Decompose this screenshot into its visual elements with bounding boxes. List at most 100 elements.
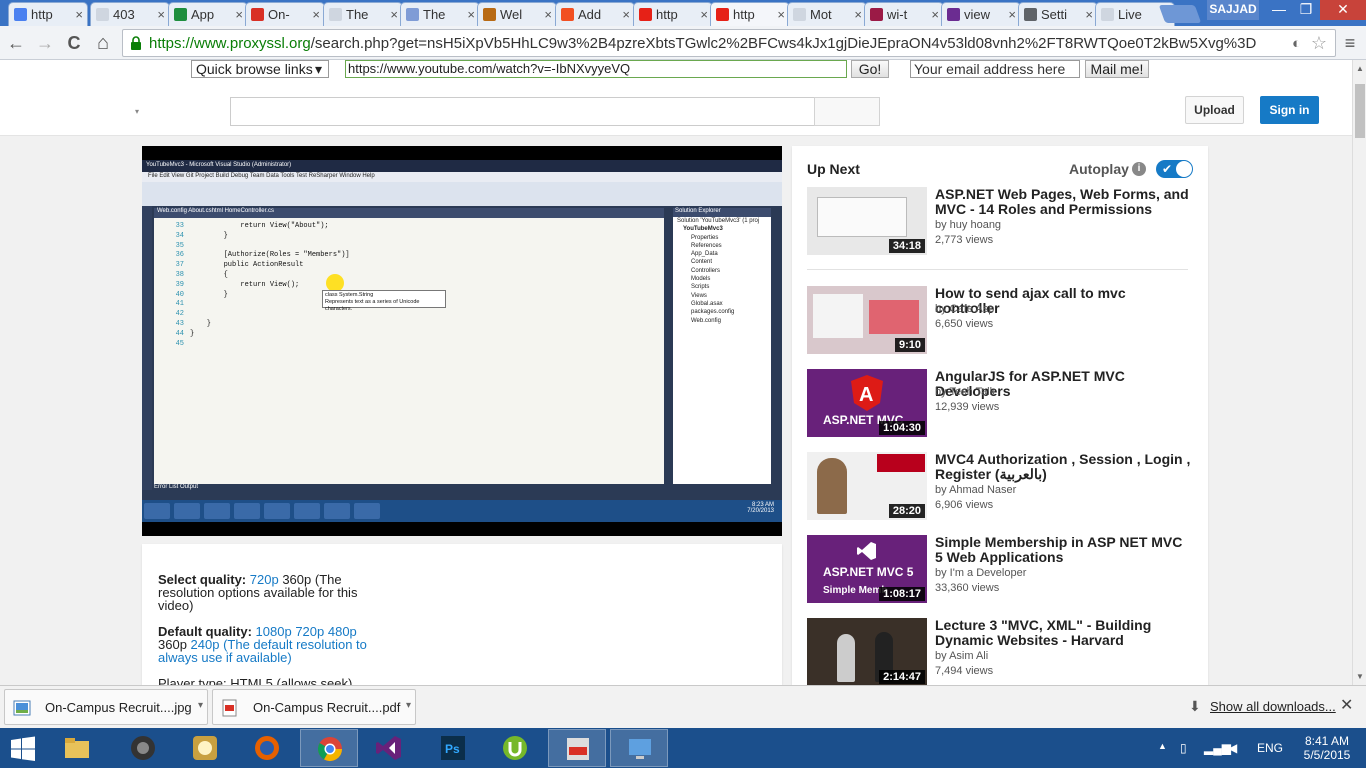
go-button[interactable]: Go!: [851, 60, 889, 78]
autoplay-toggle[interactable]: ✔: [1156, 160, 1193, 178]
tab-close-icon[interactable]: ×: [157, 7, 165, 22]
back-icon[interactable]: ←: [4, 30, 28, 56]
video-channel[interactable]: by I'm a Developer: [935, 567, 1026, 579]
taskbar-firefox[interactable]: [238, 729, 296, 767]
start-button[interactable]: [0, 729, 48, 767]
chevron-down-icon[interactable]: ▾: [406, 700, 411, 711]
email-input[interactable]: Your email address here: [910, 60, 1080, 78]
browser-tab[interactable]: Setti ×: [1018, 2, 1098, 26]
tab-close-icon[interactable]: ×: [235, 7, 243, 22]
video-thumbnail[interactable]: A ASP.NET MVC 1:04:30: [807, 369, 927, 437]
tab-close-icon[interactable]: ×: [1085, 7, 1093, 22]
maximize-button[interactable]: ❐: [1292, 0, 1320, 20]
page-scrollbar[interactable]: ▲ ▼: [1352, 60, 1366, 685]
volume-icon[interactable]: ◀: [1228, 741, 1237, 755]
up-next-item[interactable]: 2:14:47 Lecture 3 "MVC, XML" - Building D…: [807, 618, 1197, 685]
reload-icon[interactable]: C: [62, 30, 86, 56]
home-icon[interactable]: ⌂: [91, 30, 115, 56]
browser-tab[interactable]: view ×: [941, 2, 1021, 26]
browser-tab[interactable]: Mot ×: [787, 2, 867, 26]
quick-browse-select[interactable]: Quick browse links ▾: [191, 60, 329, 78]
tab-close-icon[interactable]: ×: [390, 7, 398, 22]
guide-caret-icon[interactable]: ▾: [135, 107, 139, 116]
device-icon[interactable]: ▯: [1180, 741, 1187, 755]
video-thumbnail[interactable]: 2:14:47: [807, 618, 927, 685]
tab-close-icon[interactable]: ×: [75, 7, 83, 22]
download-item-jpg[interactable]: On-Campus Recruit....jpg ▾: [4, 689, 208, 725]
taskbar-chrome[interactable]: [300, 729, 358, 767]
youtube-search-input[interactable]: [230, 97, 815, 126]
new-tab-button[interactable]: [1158, 5, 1202, 23]
address-bar[interactable]: https://www.proxyssl.org/search.php?get=…: [122, 29, 1336, 57]
tab-close-icon[interactable]: ×: [1008, 7, 1016, 22]
taskbar-remote[interactable]: [610, 729, 668, 767]
video-channel[interactable]: by Asim Ali: [935, 650, 988, 662]
taskbar-utorrent[interactable]: [486, 729, 544, 767]
show-all-downloads-link[interactable]: Show all downloads...: [1210, 699, 1336, 714]
tab-close-icon[interactable]: ×: [622, 7, 630, 22]
browser-tab[interactable]: App ×: [168, 2, 248, 26]
system-clock[interactable]: 8:41 AM 5/5/2015: [1298, 734, 1356, 762]
tab-close-icon[interactable]: ×: [931, 7, 939, 22]
video-title[interactable]: ASP.NET Web Pages, Web Forms, and MVC - …: [935, 187, 1193, 217]
language-indicator[interactable]: ENG: [1257, 741, 1283, 755]
browser-tab[interactable]: 403 ×: [90, 2, 170, 26]
forward-icon[interactable]: →: [33, 30, 57, 56]
info-icon[interactable]: i: [1132, 162, 1146, 176]
video-channel[interactable]: by Cafe Asp: [935, 303, 994, 315]
chevron-down-icon[interactable]: ▾: [198, 700, 203, 711]
profile-button[interactable]: SAJJAD: [1207, 0, 1259, 20]
browser-tab[interactable]: On- ×: [245, 2, 325, 26]
up-next-item[interactable]: A ASP.NET MVC 1:04:30 AngularJS for ASP.NET…: [807, 369, 1197, 439]
tab-close-icon[interactable]: ×: [854, 7, 862, 22]
close-window-button[interactable]: ✕: [1320, 0, 1366, 20]
sign-in-button[interactable]: Sign in: [1260, 96, 1319, 124]
taskbar-pdf[interactable]: [548, 729, 606, 767]
tab-close-icon[interactable]: ×: [467, 7, 475, 22]
signal-icon[interactable]: ▂▄▆: [1204, 741, 1231, 755]
browser-menu-icon[interactable]: ≡: [1341, 30, 1359, 56]
taskbar-photoshop[interactable]: Ps: [424, 729, 482, 767]
tray-arrow-icon[interactable]: ▲: [1158, 741, 1167, 751]
upload-button[interactable]: Upload: [1185, 96, 1244, 124]
up-next-item[interactable]: 34:18 ASP.NET Web Pages, Web Forms, and M…: [807, 187, 1197, 257]
video-thumbnail[interactable]: 9:10: [807, 286, 927, 354]
browser-tab[interactable]: http ×: [710, 2, 790, 26]
browser-tab[interactable]: wi-t ×: [864, 2, 944, 26]
video-player[interactable]: YouTubeMvc3 - Microsoft Visual Studio (A…: [142, 146, 782, 536]
browser-tab[interactable]: Add ×: [555, 2, 635, 26]
up-next-item[interactable]: 9:10 How to send ajax call to mvc control…: [807, 286, 1197, 356]
video-channel[interactable]: by Ahmad Naser: [935, 484, 1016, 496]
tab-close-icon[interactable]: ×: [777, 7, 785, 22]
tab-close-icon[interactable]: ×: [544, 7, 552, 22]
shield-icon[interactable]: ◐: [1292, 35, 1301, 52]
browser-tab[interactable]: Wel ×: [477, 2, 557, 26]
bookmark-star-icon[interactable]: ☆: [1311, 33, 1327, 54]
minimize-button[interactable]: —: [1264, 0, 1294, 20]
scroll-up-icon[interactable]: ▲: [1356, 64, 1364, 73]
video-title[interactable]: Simple Membership in ASP NET MVC 5 Web A…: [935, 535, 1193, 565]
video-thumbnail[interactable]: 34:18: [807, 187, 927, 255]
mail-me-button[interactable]: Mail me!: [1085, 60, 1149, 78]
browser-tab[interactable]: The ×: [400, 2, 480, 26]
tab-close-icon[interactable]: ×: [700, 7, 708, 22]
taskbar-app[interactable]: [176, 729, 234, 767]
up-next-item[interactable]: 28:20 MVC4 Authorization , Session , Logi…: [807, 452, 1197, 522]
download-item-pdf[interactable]: On-Campus Recruit....pdf ▾: [212, 689, 416, 725]
taskbar-media[interactable]: [114, 729, 172, 767]
video-title[interactable]: MVC4 Authorization , Session , Login , R…: [935, 452, 1193, 482]
browser-tab[interactable]: The ×: [323, 2, 403, 26]
video-channel[interactable]: by Tech Talk: [935, 386, 995, 398]
browser-tab[interactable]: http ×: [8, 2, 88, 26]
video-title[interactable]: Lecture 3 "MVC, XML" - Building Dynamic …: [935, 618, 1193, 648]
scroll-down-icon[interactable]: ▼: [1356, 672, 1364, 681]
youtube-search-button[interactable]: [814, 97, 880, 126]
video-thumbnail[interactable]: ASP.NET MVC 5 Simple Memb 1:08:17: [807, 535, 927, 603]
scrollbar-thumb[interactable]: [1355, 84, 1365, 138]
video-thumbnail[interactable]: 28:20: [807, 452, 927, 520]
close-icon[interactable]: ✕: [1340, 695, 1353, 715]
tab-close-icon[interactable]: ×: [312, 7, 320, 22]
taskbar-visual-studio[interactable]: [360, 729, 418, 767]
proxy-url-input[interactable]: https://www.youtube.com/watch?v=-IbNXvyy…: [345, 60, 847, 78]
video-channel[interactable]: by huy hoang: [935, 219, 1001, 231]
